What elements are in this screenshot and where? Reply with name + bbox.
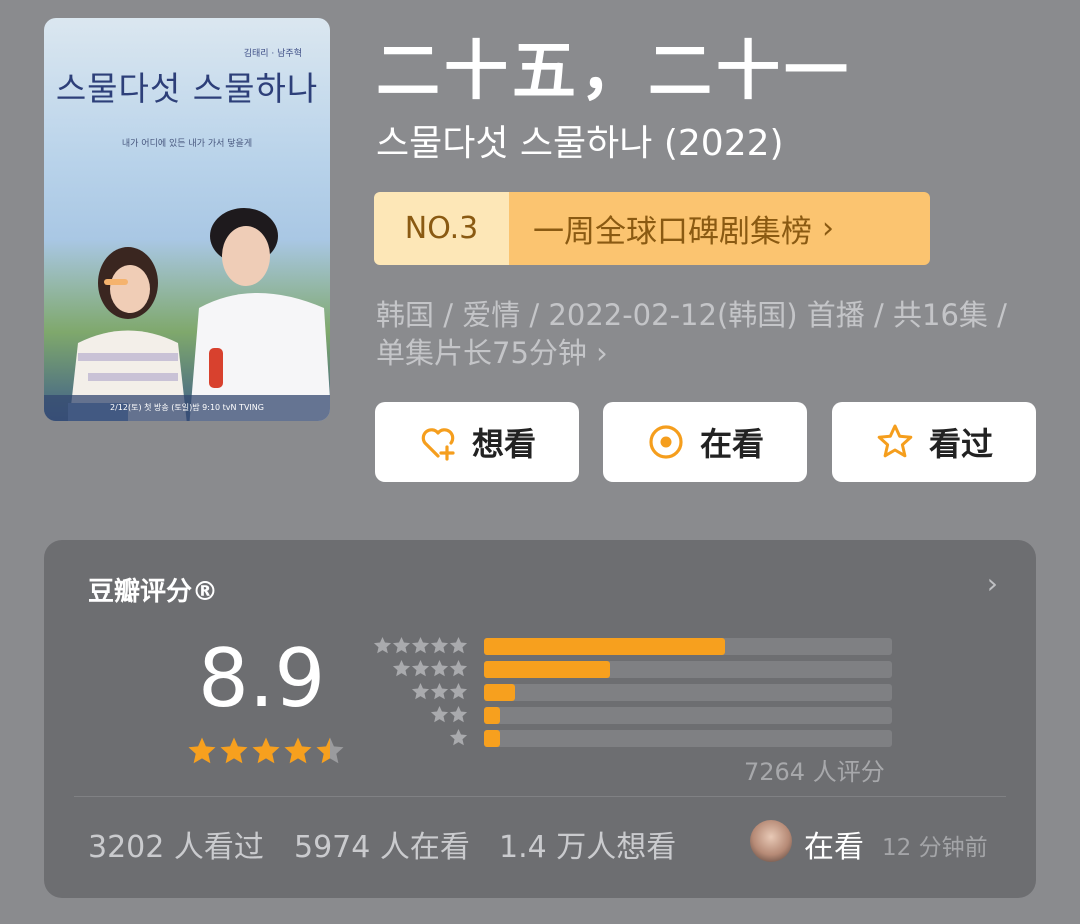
distribution-bar-fill [484,730,501,747]
avatar[interactable] [750,820,792,862]
want-count[interactable]: 1.4 万人想看 [499,822,676,866]
ranking-number: NO.3 [374,192,509,265]
watching-label: 在看 [699,425,764,463]
page-title: 二十五，二十一 [376,35,852,109]
target-circle-icon [649,425,683,459]
douban-rating-card[interactable]: 豆瓣评分® › 8.9 7264 人评分 3202 人看过 5974 人在看 1… [44,540,1036,898]
chevron-right-icon: › [822,211,834,246]
rating-distribution-row [370,728,900,750]
watched-label: 看过 [928,425,993,463]
distribution-stars [449,728,468,747]
want-label: 想看 [471,425,536,463]
poster-figure-boy [189,208,330,421]
raters-count: 7264 人评分 [744,758,885,786]
distribution-bar-track [484,707,892,724]
star-icon [449,682,468,700]
star-icon [411,682,430,700]
star-icon [392,659,411,677]
rating-distribution-row [370,682,900,704]
chevron-right-icon: › [596,336,608,370]
rating-score: 8.9 [198,632,326,725]
star-icon [449,728,468,746]
watched-count[interactable]: 3202 人看过 [88,822,264,866]
poster-figure-girl [68,247,187,421]
distribution-stars [392,659,468,678]
star-outline-icon [877,424,913,458]
watching-count[interactable]: 5974 人在看 [294,822,470,866]
distribution-stars [373,636,468,655]
star-icon [392,636,411,654]
rating-stars [187,736,345,766]
distribution-bar-track [484,684,892,701]
star-icon [430,682,449,700]
star-icon [188,737,216,764]
ranking-list: 一周全球口碑剧集榜 › [509,192,930,265]
rating-distribution-row [370,705,900,727]
heart-plus-icon [421,428,455,461]
rating-distribution-row [370,636,900,658]
friend-time: 12 分钟前 [882,835,988,861]
star-icon [411,636,430,654]
ranking-list-name: 一周全球口碑剧集榜 [533,214,812,250]
distribution-bar-track [484,730,892,747]
distribution-bar-fill [484,707,501,724]
meta-info[interactable]: 韩国 / 爱情 / 2022-02-12(韩国) 首播 / 共16集 / 单集片… [376,296,1016,372]
distribution-bar-fill [484,661,611,678]
poster-image[interactable]: 김태리 · 남주혁 스물다섯 스물하나 내가 어디에 있든 내가 가서 닿을게 … [44,18,330,421]
meta-info-text: 韩国 / 爱情 / 2022-02-12(韩国) 首播 / 共16集 / 单集片… [376,298,1007,370]
star-icon [220,737,248,764]
star-icon [449,705,468,723]
star-icon [449,659,468,677]
distribution-stars [430,705,468,724]
poster-cast: 김태리 · 남주혁 [243,49,302,59]
star-icon [449,636,468,654]
distribution-bar-track [484,638,892,655]
distribution-bar-track [484,661,892,678]
watching-button[interactable]: 在看 [603,402,807,482]
star-icon [316,737,344,764]
star-icon [430,705,449,723]
watched-button[interactable]: 看过 [832,402,1036,482]
distribution-bar-fill [484,638,725,655]
original-title: 스물다섯 스물하나 (2022) [376,123,784,164]
star-icon [284,737,312,764]
distribution-stars [411,682,468,701]
poster-footer: 2/12(토) 첫 방송 (토일)밤 9:10 tvN TVING [44,395,330,421]
chevron-right-icon[interactable]: › [987,567,998,600]
star-icon [430,636,449,654]
star-icon [411,659,430,677]
ranking-badge[interactable]: NO.3 一周全球口碑剧集榜 › [374,192,930,265]
divider [74,796,1006,797]
poster-korean-title: 스물다섯 스물하나 [55,69,319,108]
distribution-bar-fill [484,684,515,701]
rating-distribution-row [370,659,900,681]
star-icon [373,636,392,654]
star-icon [252,737,280,764]
want-to-watch-button[interactable]: 想看 [375,402,579,482]
friend-status: 在看 [804,830,864,865]
star-icon [430,659,449,677]
rating-card-title: 豆瓣评分® [88,577,219,607]
poster-tagline: 내가 어디에 있든 내가 가서 닿을게 [121,139,253,149]
